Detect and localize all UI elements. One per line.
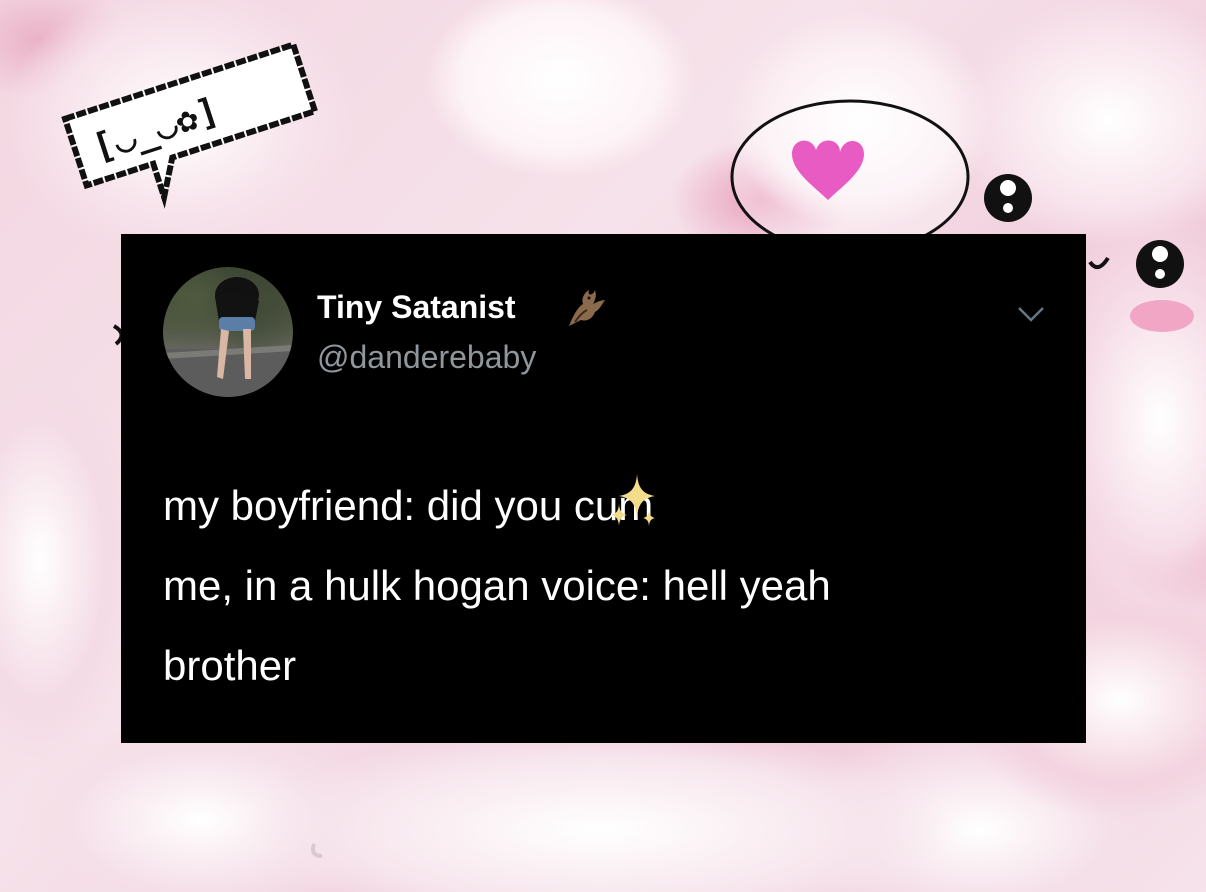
cartoon-face-icon bbox=[600, 0, 750, 40]
handle[interactable]: @danderebaby bbox=[317, 339, 536, 376]
kaomoji-speech-bubble-icon: [◡_◡✿] bbox=[61, 40, 319, 209]
tweet-card: Tiny Satanist @danderebaby my boyfriend:… bbox=[121, 234, 1086, 743]
avatar-photo bbox=[163, 277, 293, 397]
blush-mark bbox=[1130, 300, 1194, 332]
tweet-text-line-content: my boyfriend: did you cum bbox=[163, 482, 654, 529]
cartoon-eye-icon bbox=[1136, 240, 1184, 288]
tweet-text-line: my boyfriend: did you cum bbox=[163, 466, 1023, 546]
bat-icon bbox=[569, 290, 605, 326]
tweet-text-line: me, in a hulk hogan voice: hell yeah bbox=[163, 562, 831, 609]
sparkles-icon bbox=[611, 473, 656, 526]
mouth-curve-icon bbox=[311, 843, 323, 858]
mouth-curve-icon bbox=[1088, 256, 1110, 270]
avatar[interactable] bbox=[163, 267, 293, 397]
display-name[interactable]: Tiny Satanist bbox=[317, 289, 516, 326]
chevron-down-icon[interactable] bbox=[1013, 300, 1049, 328]
tweet-text-line: brother bbox=[163, 642, 297, 689]
tweet-text: my boyfriend: did you cum me, in a hulk … bbox=[163, 466, 1023, 706]
cartoon-eye-icon bbox=[984, 174, 1032, 222]
heart-icon bbox=[730, 99, 970, 242]
